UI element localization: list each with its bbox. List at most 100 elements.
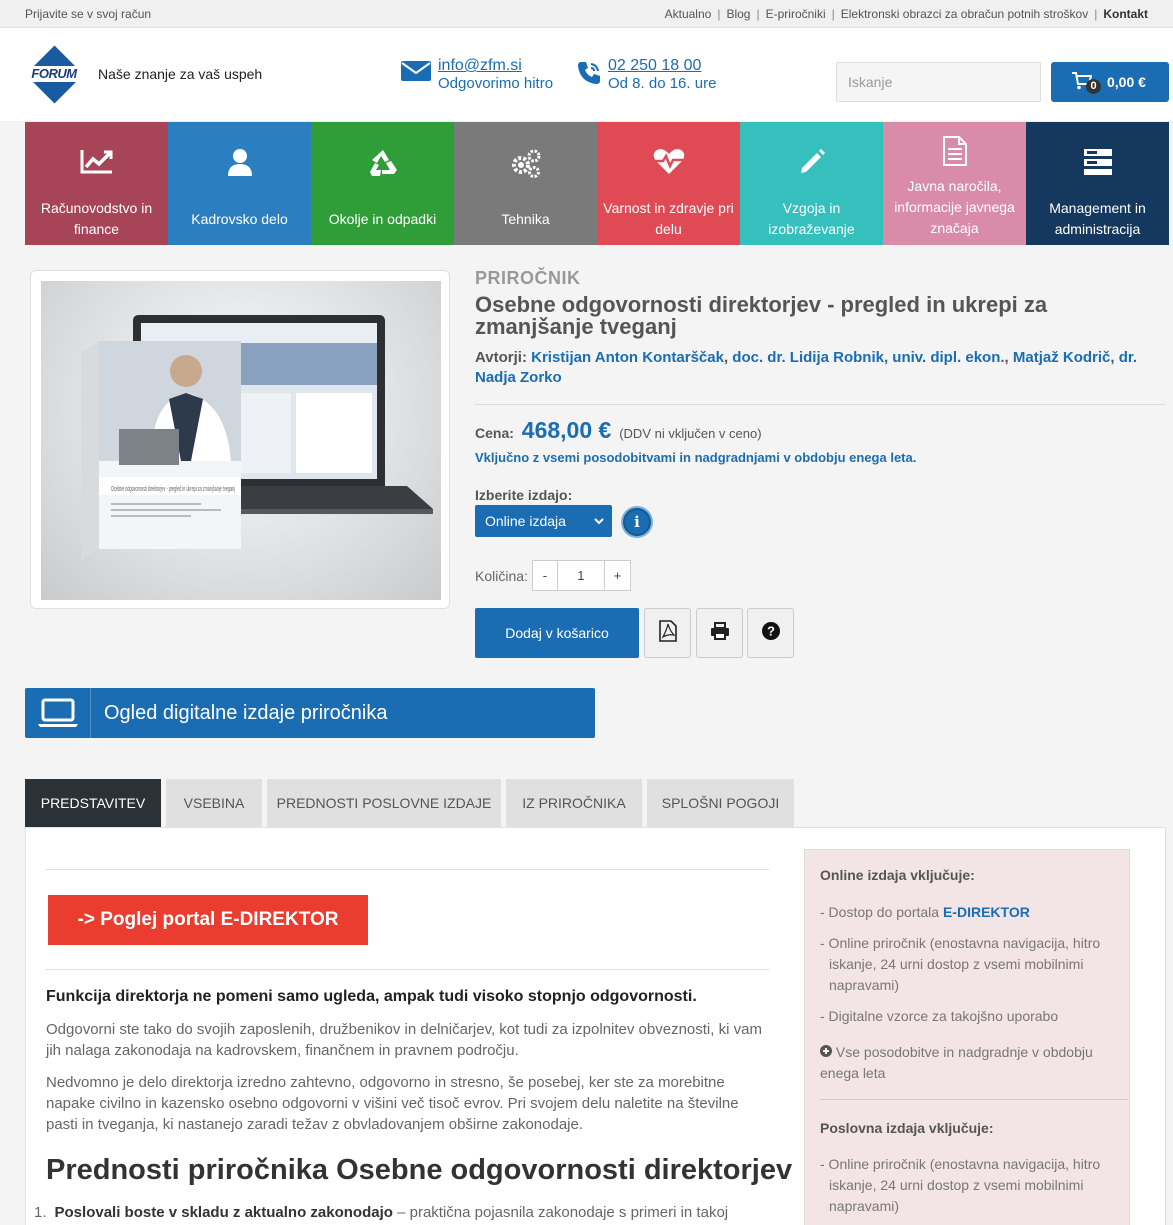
search-input[interactable]: Iskanje <box>836 62 1041 102</box>
digital-edition-button[interactable]: Ogled digitalne izdaje priročnika <box>25 688 595 738</box>
cart-button[interactable]: 0 0,00 € <box>1051 62 1169 102</box>
email-link[interactable]: info@zfm.si <box>438 57 522 74</box>
category-vzgoja[interactable]: Vzgoja in izobraževanje <box>740 122 883 245</box>
chevron-down-icon <box>594 505 604 537</box>
category-label: Javna naročila, informacije javnega znač… <box>894 177 1015 236</box>
online-edition-title: Online izdaja vključuje: <box>820 867 975 883</box>
top-bar: Prijavite se v svoj račun Aktualno | Blog… <box>0 0 1173 28</box>
category-okolje[interactable]: Okolje in odpadki <box>311 122 454 245</box>
section-heading: Prednosti priročnika Osebne odgovornosti… <box>46 1154 793 1186</box>
category-label: Varnost in zdravje pri delu <box>603 200 734 237</box>
edition-select[interactable]: Online izdaja <box>475 505 612 537</box>
server-icon <box>1083 148 1113 194</box>
qty-input[interactable]: 1 <box>558 561 604 590</box>
cover-title: Osebne odgovornosti direktorjev - pregle… <box>111 484 235 493</box>
tab-splosni-pogoji[interactable]: SPLOŠNI POGOJI <box>647 779 794 827</box>
question-icon: ? <box>761 621 780 645</box>
quantity-row: Količina: - 1 + <box>475 560 631 591</box>
product-image-frame[interactable]: Osebne odgovornosti direktorjev - pregle… <box>30 270 450 609</box>
tab-prednosti[interactable]: PREDNOSTI POSLOVNE IZDAJE <box>267 779 501 827</box>
tabs: PREDSTAVITEV VSEBINA PREDNOSTI POSLOVNE … <box>25 779 799 836</box>
slogan: Naše znanje za vaš uspeh <box>98 66 263 82</box>
list-item: 1. Poslovali boste v skladu z aktualno za… <box>34 1204 729 1221</box>
category-label: Računovodstvo in finance <box>40 200 153 237</box>
document-icon <box>942 136 968 174</box>
author-link[interactable]: doc. dr. Lidija Robnik, univ. dipl. ekon… <box>732 349 1004 366</box>
tab-iz-prirocnika[interactable]: IZ PRIROČNIKA <box>506 779 642 827</box>
category-tehnika[interactable]: Tehnika <box>454 122 597 245</box>
product-info: PRIROČNIK Osebne odgovornosti direktorje… <box>475 268 1165 658</box>
divider <box>46 969 769 970</box>
header: FORUM Naše znanje za vaš uspeh info@zfm.… <box>0 28 1173 122</box>
divider <box>820 1099 1128 1100</box>
print-button[interactable] <box>696 608 743 658</box>
link-kontakt[interactable]: Kontakt <box>1103 7 1148 21</box>
login-link[interactable]: Prijavite se v svoj račun <box>25 7 151 21</box>
author-link[interactable]: Kristijan Anton Kontarščak <box>531 349 724 366</box>
tab-panel: -> Poglej portal E-DIREKTOR Funkcija dir… <box>25 827 1166 1225</box>
envelope-icon <box>400 60 432 87</box>
pencil-icon <box>798 148 826 194</box>
help-button[interactable]: ? <box>747 608 794 658</box>
category-varnost[interactable]: Varnost in zdravje pri delu <box>597 122 740 245</box>
edition-sidebar: Online izdaja vključuje: - Dostop do por… <box>804 849 1130 1225</box>
paragraph-1: Odgovorni ste tako do svojih zaposlenih,… <box>46 1021 762 1059</box>
qty-minus-button[interactable]: - <box>533 561 558 590</box>
updates-note: Vključno z vsemi posodobitvami in nadgra… <box>475 450 917 465</box>
category-kadrovsko[interactable]: Kadrovsko delo <box>168 122 311 245</box>
pdf-button[interactable] <box>644 608 691 658</box>
product-image: Osebne odgovornosti direktorjev - pregle… <box>41 281 441 600</box>
price-row: Cena: 468,00 € (DDV ni vključen v ceno) <box>475 417 762 443</box>
link-obrazci[interactable]: Elektronski obrazci za obračun potnih st… <box>841 7 1088 21</box>
category-label: Management in administracija <box>1049 200 1146 237</box>
price-value: 468,00 € <box>521 417 612 443</box>
paragraph-2: Nedvomno je delo direktorja izredno zaht… <box>46 1074 739 1133</box>
edition-label: Izberite izdajo: <box>475 487 573 503</box>
link-blog[interactable]: Blog <box>726 7 750 21</box>
heartbeat-icon <box>653 148 685 194</box>
phone-link[interactable]: 02 250 18 00 <box>608 57 701 74</box>
gears-icon <box>510 148 542 194</box>
phone-subtext: Od 8. do 16. ure <box>608 75 717 92</box>
logo[interactable]: FORUM Naše znanje za vaš uspeh <box>23 45 263 104</box>
sidebar-item: - Online priročnik (enostavna navigacija… <box>820 1156 1101 1214</box>
category-label: Tehnika <box>501 210 550 227</box>
author-link[interactable]: Matjaž Kodrič <box>1013 349 1111 366</box>
sidebar-item: - Dostop do portala E-DIREKTOR <box>820 904 1030 920</box>
info-icon[interactable]: i <box>623 508 651 536</box>
category-javna-narocila[interactable]: Javna naročila, informacije javnega znač… <box>883 122 1026 245</box>
recycle-icon <box>367 148 399 194</box>
cart-total: 0,00 € <box>1107 74 1146 90</box>
qty-plus-button[interactable]: + <box>603 561 630 590</box>
forum-logo-icon: FORUM <box>23 45 85 104</box>
sidebar-item: Vse posodobitve in nadgradnje v obdobju … <box>820 1044 1093 1081</box>
product-kind: PRIROČNIK <box>475 268 581 288</box>
business-edition-title: Poslovna izdaja vključuje: <box>820 1120 994 1136</box>
tab-vsebina[interactable]: VSEBINA <box>166 779 262 827</box>
chart-icon <box>80 148 114 194</box>
product-authors: Avtorji: Kristijan Anton Kontarščak, doc… <box>475 349 1138 386</box>
sidebar-item: - Online priročnik (enostavna navigacija… <box>820 935 1101 993</box>
category-label: Kadrovsko delo <box>191 210 288 227</box>
add-to-cart-button[interactable]: Dodaj v košarico <box>475 608 639 658</box>
user-icon <box>227 148 253 194</box>
cart-count-badge: 0 <box>1086 78 1101 94</box>
divider <box>475 404 1165 405</box>
e-direktor-link[interactable]: E-DIREKTOR <box>943 904 1030 920</box>
email-subtext: Odgovorimo hitro <box>438 75 554 92</box>
product-title: Osebne odgovornosti direktorjev - pregle… <box>475 292 1048 339</box>
sidebar-item: - Digitalne vzorce za takojšno uporabo <box>820 1008 1059 1024</box>
category-nav: Računovodstvo in finance Kadrovsko delo … <box>25 122 1169 245</box>
portal-e-direktor-button[interactable]: -> Poglej portal E-DIREKTOR <box>48 895 368 945</box>
top-links: Aktualno | Blog | E-priročniki | Elektronsk… <box>664 6 1148 21</box>
divider <box>46 869 769 870</box>
product-illustration: Osebne odgovornosti direktorjev - pregle… <box>81 315 433 561</box>
quantity-stepper: - 1 + <box>531 560 631 591</box>
pdf-icon <box>658 619 677 647</box>
link-aktualno[interactable]: Aktualno <box>665 7 712 21</box>
phone-contact: 02 250 18 00 Od 8. do 16. ure <box>576 57 716 93</box>
category-management[interactable]: Management in administracija <box>1026 122 1169 245</box>
category-racunovodstvo[interactable]: Računovodstvo in finance <box>25 122 168 245</box>
link-e-prirocniki[interactable]: E-priročniki <box>766 7 826 21</box>
tab-predstavitev[interactable]: PREDSTAVITEV <box>25 779 161 836</box>
